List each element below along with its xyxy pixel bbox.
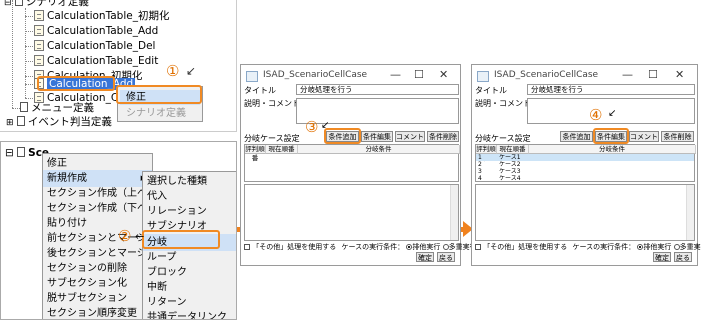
minimize-button[interactable]: — — [390, 68, 401, 81]
folder-icon — [16, 116, 25, 126]
tree-panel: ⊟ シナリオ定義 CalculationTable_初期化 Calculatio… — [0, 0, 237, 132]
edit-condition-button[interactable]: 条件編集 — [361, 131, 393, 142]
table-row[interactable]: 3 ケース3 — [476, 168, 694, 175]
cursor-icon: ← — [135, 230, 145, 243]
comment-button[interactable]: コメント — [395, 131, 425, 142]
ok-button[interactable]: 確定 — [653, 252, 671, 262]
scrollbar[interactable] — [450, 185, 458, 240]
document-icon — [17, 147, 26, 157]
col-eval-header: 評判順番 — [476, 145, 497, 162]
highlight-box — [142, 230, 220, 249]
maximize-button[interactable]: ☐ — [648, 68, 658, 81]
step-marker-4: ④ — [589, 106, 603, 124]
table-row[interactable]: 1 ケース1 — [476, 154, 694, 161]
table-icon — [34, 25, 44, 36]
tree-item[interactable]: CalculationTable_初期化 — [34, 9, 169, 23]
document-icon — [20, 102, 28, 112]
options-row: 「その他」処理を使用する ケースの実行条件： 排他実行 多重実行 — [244, 242, 477, 252]
step-marker-1: ① — [166, 62, 180, 80]
comment-button[interactable]: コメント — [629, 131, 659, 142]
close-button[interactable]: ✕ — [675, 68, 684, 81]
back-button[interactable]: 戻る — [437, 252, 455, 262]
menu-item-scenario-def[interactable]: シナリオ定義 — [120, 106, 200, 121]
table-row[interactable]: 2 ケース2 — [476, 161, 694, 168]
submenu-item[interactable]: 共通データリンク — [143, 309, 236, 319]
maximize-button[interactable]: ☐ — [414, 68, 424, 81]
tree-item[interactable]: CalculationTable_Edit — [34, 54, 158, 68]
app-icon — [477, 71, 489, 82]
case-label: 分岐ケース設定 — [475, 134, 531, 143]
col-cond-header: 分岐条件 — [298, 145, 460, 154]
title-input[interactable]: 分岐処理を行う — [527, 84, 695, 95]
col-eval-header: 評判順番 — [245, 145, 266, 162]
table-icon — [34, 55, 44, 66]
dialog-scenario-cell-case-2: ISAD_ScenarioCellCase — ☐ ✕ タイトル 分岐処理を行う… — [471, 64, 701, 266]
cursor-icon: ↙ — [321, 120, 330, 131]
delete-condition-button[interactable]: 条件削除 — [427, 131, 459, 142]
cursor-icon: ↙ — [186, 64, 197, 78]
col-exec-header: 現在順番 — [266, 145, 298, 154]
tree-scenario-def[interactable]: ⊟ シナリオ定義 — [4, 0, 89, 9]
delete-condition-button[interactable]: 条件削除 — [661, 131, 694, 142]
col-cond-header: 分岐条件 — [529, 145, 696, 154]
case-table: 評判順番 現在順番 分岐条件 1ケース1 2ケース2 3ケース3 4ケース4 — [475, 144, 696, 182]
app-icon — [246, 71, 258, 82]
highlight-box — [116, 85, 202, 104]
dialog-title: ISAD_ScenarioCellCase — [494, 70, 599, 80]
col-exec-header: 現在順番 — [497, 145, 529, 154]
options-row: 「その他」処理を使用する ケースの実行条件： 排他実行 多重実行 — [475, 242, 701, 252]
case-label: 分岐ケース設定 — [244, 134, 300, 143]
minimize-button[interactable]: — — [622, 68, 633, 81]
title-label: タイトル — [244, 86, 276, 95]
other-checkbox[interactable] — [244, 244, 250, 250]
title-label: タイトル — [475, 86, 507, 95]
tree-menu-def[interactable]: メニュー定義 — [20, 101, 94, 115]
back-button[interactable]: 戻る — [674, 252, 692, 262]
highlight-box — [324, 128, 361, 144]
folder-icon — [14, 0, 23, 6]
close-button[interactable]: ✕ — [439, 68, 448, 81]
scrollbar[interactable] — [686, 185, 694, 240]
comment-area[interactable] — [244, 184, 459, 241]
menu-panel: ⊟ Sce 修正 新規作成▶ セクション作成（上へ） セクション作成（下へ） 貼… — [0, 141, 237, 320]
tree-item[interactable]: CalculationTable_Del — [34, 39, 155, 53]
table-row[interactable]: 4 ケース4 — [476, 175, 694, 182]
title-input[interactable]: 分岐処理を行う — [296, 84, 459, 95]
dialog-scenario-cell-case: ISAD_ScenarioCellCase — ☐ ✕ タイトル 分岐処理を行う… — [240, 64, 477, 266]
case-table: 評判順番 現在順番 分岐条件 — [244, 144, 460, 182]
highlight-box — [37, 76, 115, 91]
tree-item[interactable]: CalculationTable_Add — [34, 24, 158, 38]
comment-area[interactable] — [475, 184, 695, 241]
dialog-title: ISAD_ScenarioCellCase — [263, 70, 368, 80]
step-marker-2: ② — [118, 227, 132, 245]
other-checkbox[interactable] — [475, 244, 481, 250]
highlight-box — [593, 128, 629, 144]
cursor-icon: ↙ — [608, 108, 617, 119]
table-icon — [34, 10, 44, 21]
table-icon — [34, 40, 44, 51]
add-condition-button[interactable]: 条件追加 — [560, 131, 593, 142]
ok-button[interactable]: 確定 — [416, 252, 434, 262]
tree-event-def[interactable]: ⊞ イベント判当定義 — [6, 115, 112, 129]
step-marker-3: ③ — [305, 118, 319, 136]
menu-item[interactable]: セクション順序変更 — [43, 305, 152, 319]
